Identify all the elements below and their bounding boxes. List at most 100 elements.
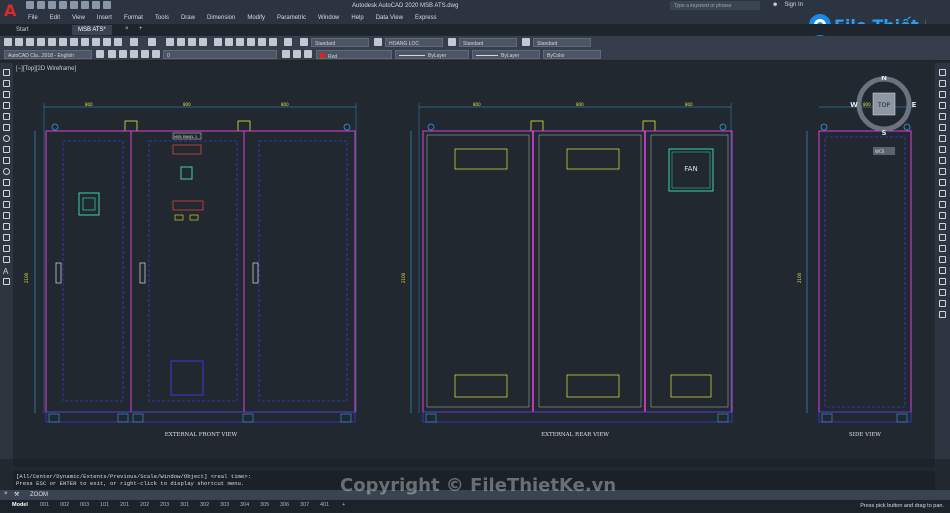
calculator-icon[interactable] — [269, 38, 277, 46]
extend-icon[interactable] — [939, 179, 946, 186]
lineweight-dropdown[interactable]: ByLayer — [472, 50, 540, 59]
undo-icon[interactable] — [130, 38, 138, 46]
layout-tab[interactable]: 306 — [280, 502, 289, 508]
dimension-aligned-icon[interactable] — [939, 289, 946, 296]
construction-line-icon[interactable] — [3, 80, 10, 87]
table-style-dropdown[interactable]: Standard — [459, 38, 517, 47]
close-icon[interactable]: × — [4, 491, 8, 497]
menu-data-view[interactable]: Data View — [370, 12, 409, 24]
make-current-icon[interactable] — [282, 50, 290, 58]
close-tab-icon[interactable]: × — [122, 25, 132, 35]
menu-file[interactable]: File — [22, 12, 44, 24]
layout-tab[interactable]: 202 — [140, 502, 149, 508]
point-icon[interactable] — [3, 212, 10, 219]
add-layout-icon[interactable]: + — [342, 502, 345, 508]
table-icon[interactable] — [3, 256, 10, 263]
save-icon[interactable] — [26, 38, 34, 46]
erase-icon[interactable] — [939, 69, 946, 76]
mirror-icon[interactable] — [939, 91, 946, 98]
tool-palettes-icon[interactable] — [236, 38, 244, 46]
multileader-style-dropdown[interactable]: Standard — [533, 38, 591, 47]
share-icon[interactable] — [103, 1, 111, 9]
layout-tab[interactable]: 302 — [200, 502, 209, 508]
rectangle-icon[interactable] — [3, 113, 10, 120]
revision-cloud-icon[interactable] — [3, 146, 10, 153]
gear-icon[interactable] — [96, 50, 104, 58]
save-icon[interactable] — [48, 1, 56, 9]
layout-tab[interactable]: 002 — [60, 502, 69, 508]
break-icon[interactable] — [939, 201, 946, 208]
layout-tab[interactable]: 303 — [220, 502, 229, 508]
offset-icon[interactable] — [939, 102, 946, 109]
color-dropdown[interactable]: Red — [316, 50, 392, 60]
multileader-style-icon[interactable] — [522, 38, 530, 46]
add-selected-icon[interactable] — [3, 278, 10, 285]
markup-icon[interactable] — [258, 38, 266, 46]
text-style-dropdown[interactable]: Standard — [311, 38, 369, 47]
workspace-dropdown[interactable]: AutoCAD Cla...2018 - English — [4, 50, 92, 59]
sheet-set-icon[interactable] — [247, 38, 255, 46]
ellipse-icon[interactable] — [3, 168, 10, 175]
menu-edit[interactable]: Edit — [44, 12, 66, 24]
hatch-icon[interactable] — [3, 223, 10, 230]
menu-help[interactable]: Help — [345, 12, 369, 24]
horizontal-scrollbar[interactable] — [13, 459, 935, 467]
insert-block-icon[interactable] — [3, 190, 10, 197]
linetype-dropdown[interactable]: ByLayer — [395, 50, 469, 59]
layout-tab[interactable]: 305 — [260, 502, 269, 508]
text-style-icon[interactable] — [300, 38, 308, 46]
scale-icon[interactable] — [939, 146, 946, 153]
new-icon[interactable] — [26, 1, 34, 9]
new-icon[interactable] — [4, 38, 12, 46]
menu-view[interactable]: View — [66, 12, 91, 24]
cut-icon[interactable] — [70, 38, 78, 46]
make-block-icon[interactable] — [3, 201, 10, 208]
layout-tab[interactable]: 001 — [40, 502, 49, 508]
sun-icon[interactable] — [130, 50, 138, 58]
redo-icon[interactable] — [92, 1, 100, 9]
user-icon[interactable]: ☻ — [772, 2, 778, 8]
lock-icon[interactable] — [141, 50, 149, 58]
properties-icon[interactable] — [214, 38, 222, 46]
layout-tab[interactable]: 101 — [100, 502, 109, 508]
plotstyle-dropdown[interactable]: ByColor — [543, 50, 601, 59]
layer-dropdown[interactable]: 0 — [163, 50, 277, 59]
drawing-viewport[interactable]: [−][Top][2D Wireframe] 800 800 800 2100 — [13, 63, 935, 459]
trim-icon[interactable] — [939, 168, 946, 175]
preview-icon[interactable] — [48, 38, 56, 46]
layer-properties-icon[interactable] — [108, 50, 116, 58]
open-icon[interactable] — [37, 1, 45, 9]
polyline-icon[interactable] — [3, 91, 10, 98]
wrench-icon[interactable]: ⚒ — [14, 491, 19, 498]
menu-express[interactable]: Express — [409, 12, 443, 24]
command-input[interactable]: ZOOM — [30, 492, 48, 498]
layout-tab[interactable]: 301 — [180, 502, 189, 508]
layout-tab[interactable]: 307 — [300, 502, 309, 508]
table-style-icon[interactable] — [448, 38, 456, 46]
match-properties-icon[interactable] — [103, 38, 111, 46]
dimension-linear-icon[interactable] — [939, 278, 946, 285]
menu-draw[interactable]: Draw — [175, 12, 201, 24]
chamfer-icon[interactable] — [939, 223, 946, 230]
polygon-icon[interactable] — [3, 102, 10, 109]
rotate-icon[interactable] — [939, 135, 946, 142]
break-at-point-icon[interactable] — [939, 190, 946, 197]
blend-curves-icon[interactable] — [939, 245, 946, 252]
menu-format[interactable]: Format — [118, 12, 149, 24]
print-icon[interactable] — [37, 38, 45, 46]
region-icon[interactable] — [3, 245, 10, 252]
layer-color-icon[interactable] — [152, 50, 160, 58]
paste-icon[interactable] — [92, 38, 100, 46]
sign-in-link[interactable]: Sign In — [784, 2, 803, 8]
menu-tools[interactable]: Tools — [149, 12, 175, 24]
tab-msb-ats[interactable]: MSB ATS* — [72, 25, 112, 35]
layout-tab[interactable]: 201 — [120, 502, 129, 508]
layer-state-icon[interactable] — [304, 50, 312, 58]
tab-start[interactable]: Start — [10, 25, 35, 35]
pan-icon[interactable] — [166, 38, 174, 46]
multiline-text-icon[interactable]: A — [3, 267, 10, 276]
menu-dimension[interactable]: Dimension — [201, 12, 241, 24]
arc-icon[interactable] — [3, 124, 10, 131]
line-icon[interactable] — [3, 69, 10, 76]
dimension-angular-icon[interactable] — [939, 311, 946, 318]
